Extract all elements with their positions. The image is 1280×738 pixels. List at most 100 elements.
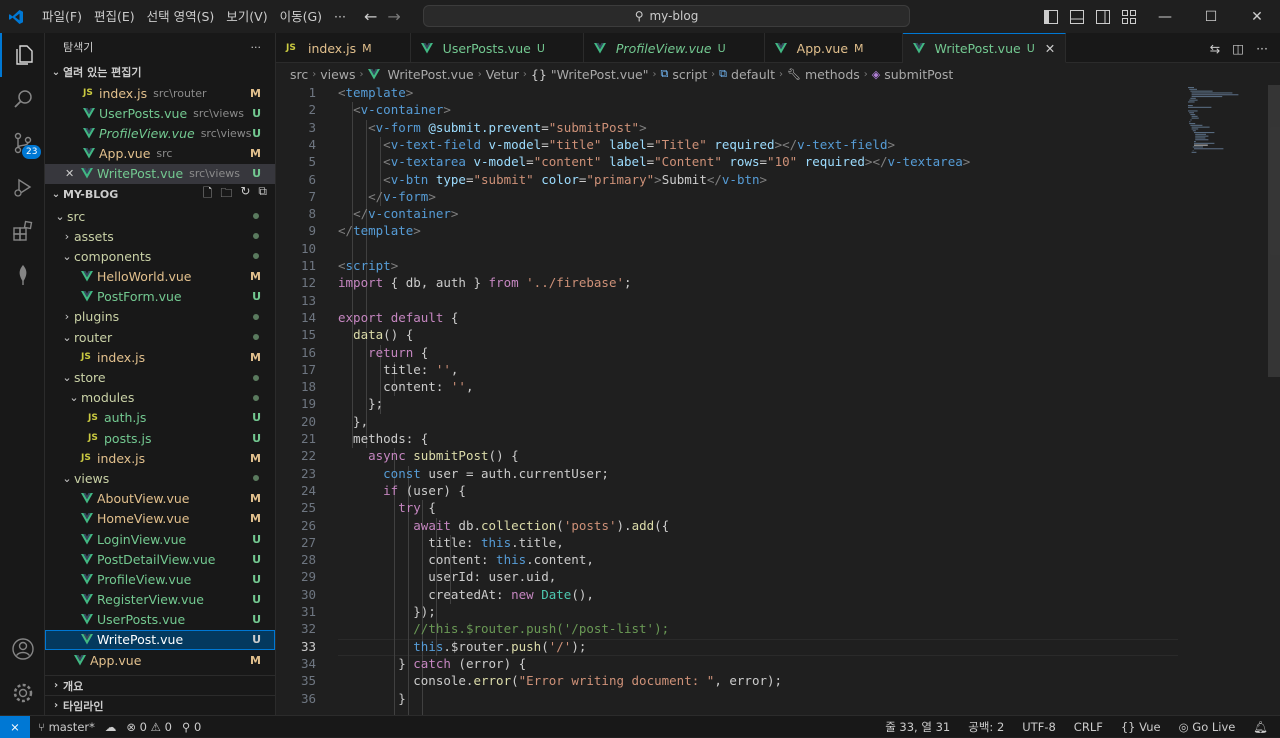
code-line: return { bbox=[368, 344, 429, 360]
close-window-button[interactable]: ✕ bbox=[1234, 0, 1280, 33]
sync-icon[interactable]: ☁ bbox=[105, 720, 117, 734]
symbol-module-icon: ⧉ bbox=[719, 67, 728, 80]
source-control-icon[interactable]: 23 bbox=[0, 121, 45, 165]
close-tab-icon[interactable]: ✕ bbox=[1045, 41, 1055, 56]
collapse-all-icon[interactable]: ⧉ bbox=[258, 184, 267, 205]
folder-item[interactable]: › assets bbox=[45, 226, 275, 246]
vertical-scrollbar[interactable] bbox=[1268, 85, 1280, 377]
folder-item[interactable]: ⌄ views bbox=[45, 468, 275, 488]
file-item[interactable]: AboutView.vue M bbox=[45, 489, 275, 509]
breadcrumb-item[interactable]: methods bbox=[805, 67, 860, 82]
more-actions-icon[interactable]: ··· bbox=[251, 41, 262, 54]
menu-item[interactable]: 편집(E) bbox=[88, 0, 141, 33]
file-item[interactable]: PostDetailView.vue U bbox=[45, 549, 275, 569]
mongodb-leaf-icon[interactable] bbox=[0, 253, 45, 297]
forward-arrow-icon[interactable]: → bbox=[387, 7, 400, 26]
open-editor-item[interactable]: JS index.js src\router M bbox=[45, 83, 275, 103]
folder-item[interactable]: ⌄ src bbox=[45, 206, 275, 226]
file-item[interactable]: RegisterView.vue U bbox=[45, 590, 275, 610]
timeline-header[interactable]: › 타임라인 bbox=[45, 695, 275, 715]
breadcrumb-item[interactable]: "WritePost.vue" bbox=[551, 67, 649, 82]
explorer-icon[interactable] bbox=[0, 33, 45, 77]
open-editor-item[interactable]: ✕ WritePost.vue src\views U bbox=[45, 163, 275, 184]
customize-layout-icon[interactable] bbox=[1116, 0, 1142, 33]
problems-indicator[interactable]: ⊗ 0 ⚠ 0 bbox=[126, 720, 172, 734]
editor-tab[interactable]: WritePost.vue U ✕ bbox=[902, 33, 1067, 63]
open-editor-item[interactable]: App.vue src M bbox=[45, 144, 275, 164]
folder-item[interactable]: › plugins bbox=[45, 307, 275, 327]
branch-indicator[interactable]: ⑂ master* bbox=[38, 720, 95, 734]
line-ending[interactable]: CRLF bbox=[1074, 720, 1103, 734]
maximize-window-button[interactable]: ☐ bbox=[1188, 0, 1234, 33]
breadcrumb-item[interactable]: WritePost.vue bbox=[388, 67, 474, 82]
open-editor-item[interactable]: UserPosts.vue src\views U bbox=[45, 103, 275, 123]
file-item[interactable]: UserPosts.vue U bbox=[45, 610, 275, 630]
indentation[interactable]: 공백: 2 bbox=[968, 719, 1004, 735]
file-item[interactable]: App.vue M bbox=[45, 650, 275, 670]
open-editor-item[interactable]: ProfileView.vue src\views U bbox=[45, 123, 275, 143]
breadcrumb-item[interactable]: submitPost bbox=[884, 67, 953, 82]
extensions-icon[interactable] bbox=[0, 209, 45, 253]
file-item[interactable]: HomeView.vue M bbox=[45, 509, 275, 529]
toggle-secondary-sidebar-icon[interactable] bbox=[1090, 0, 1116, 33]
settings-gear-icon[interactable] bbox=[0, 671, 45, 715]
file-item[interactable]: WritePost.vue U bbox=[45, 629, 275, 651]
outline-header[interactable]: › 개요 bbox=[45, 675, 275, 695]
breadcrumb-item[interactable]: script bbox=[672, 67, 707, 82]
file-item[interactable]: JS auth.js U bbox=[45, 408, 275, 428]
folder-item[interactable]: ⌄ store bbox=[45, 367, 275, 387]
notifications-bell-icon[interactable]: 🔔︎ bbox=[1253, 720, 1268, 734]
cursor-position[interactable]: 줄 33, 열 31 bbox=[885, 719, 950, 735]
breadcrumb-item[interactable]: Vetur bbox=[486, 67, 519, 82]
editor-tab[interactable]: JS index.js M bbox=[276, 33, 411, 63]
project-header[interactable]: ⌄ MY-BLOG 🗋 🗀 ↻ ⧉ bbox=[45, 184, 275, 206]
back-arrow-icon[interactable]: ← bbox=[364, 7, 377, 26]
editor-tab[interactable]: UserPosts.vue U bbox=[411, 33, 584, 63]
account-icon[interactable] bbox=[0, 627, 45, 671]
ports-indicator[interactable]: ⚲ 0 bbox=[182, 720, 201, 734]
new-folder-icon[interactable]: 🗀 bbox=[220, 184, 232, 205]
new-file-icon[interactable]: 🗋 bbox=[203, 184, 213, 205]
menu-item[interactable]: 이동(G) bbox=[274, 0, 328, 33]
toggle-primary-sidebar-icon[interactable] bbox=[1038, 0, 1064, 33]
editor-tab[interactable]: App.vue M bbox=[765, 33, 903, 63]
refresh-icon[interactable]: ↻ bbox=[240, 184, 250, 205]
split-editor-icon[interactable]: ◫ bbox=[1232, 41, 1244, 56]
code-editor[interactable]: 1 <template> 2 <v-container> 3 <v-form @sub… bbox=[276, 85, 1280, 726]
file-item[interactable]: PostForm.vue U bbox=[45, 287, 275, 307]
menu-item[interactable]: 보기(V) bbox=[220, 0, 273, 33]
search-icon[interactable] bbox=[0, 77, 45, 121]
editor-tab[interactable]: ProfileView.vue U bbox=[584, 33, 765, 63]
breadcrumb-item[interactable]: src bbox=[290, 67, 308, 82]
item-name: views bbox=[74, 470, 110, 486]
editor-tabs: JS index.js M UserPosts.vue U ProfileView.vue… bbox=[276, 33, 1280, 63]
go-live-button[interactable]: ◎ Go Live bbox=[1179, 720, 1236, 734]
file-item[interactable]: LoginView.vue U bbox=[45, 529, 275, 549]
run-debug-icon[interactable] bbox=[0, 165, 45, 209]
command-center-search[interactable]: ⚲ my-blog bbox=[423, 5, 910, 27]
file-item[interactable]: HelloWorld.vue M bbox=[45, 267, 275, 287]
menu-item[interactable]: ··· bbox=[328, 0, 352, 33]
close-icon[interactable]: ✕ bbox=[65, 167, 81, 180]
open-editors-header[interactable]: ⌄ 열려 있는 편집기 bbox=[45, 61, 275, 83]
toggle-panel-icon[interactable] bbox=[1064, 0, 1090, 33]
file-item[interactable]: JS index.js M bbox=[45, 448, 275, 468]
folder-item[interactable]: ⌄ components bbox=[45, 246, 275, 266]
breadcrumb-item[interactable]: default bbox=[731, 67, 775, 82]
folder-item[interactable]: ⌄ modules bbox=[45, 388, 275, 408]
remote-indicator-icon[interactable]: ⨯ bbox=[0, 715, 30, 738]
code-line: content: '', bbox=[338, 379, 474, 395]
language-mode[interactable]: {} Vue bbox=[1121, 720, 1161, 734]
compare-changes-icon[interactable]: ⇆ bbox=[1210, 41, 1220, 56]
file-item[interactable]: ProfileView.vue U bbox=[45, 569, 275, 589]
more-actions-icon[interactable]: ··· bbox=[1256, 41, 1268, 56]
folder-item[interactable]: ⌄ router bbox=[45, 327, 275, 347]
minimize-window-button[interactable]: — bbox=[1142, 0, 1188, 33]
encoding[interactable]: UTF-8 bbox=[1022, 720, 1056, 734]
breadcrumb-item[interactable]: views bbox=[320, 67, 355, 82]
minimap[interactable] bbox=[1186, 85, 1266, 165]
menu-item[interactable]: 선택 영역(S) bbox=[141, 0, 221, 33]
file-item[interactable]: JS index.js M bbox=[45, 347, 275, 367]
file-item[interactable]: JS posts.js U bbox=[45, 428, 275, 448]
menu-item[interactable]: 파일(F) bbox=[36, 0, 88, 33]
